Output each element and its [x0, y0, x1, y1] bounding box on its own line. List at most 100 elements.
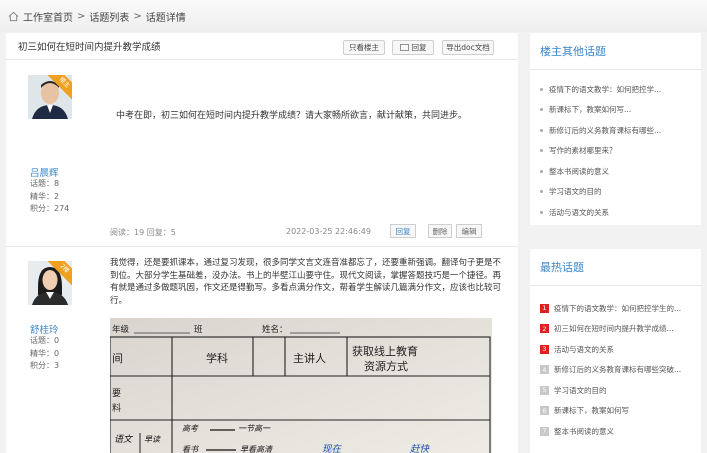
- bullet-icon: [540, 190, 543, 194]
- read-reply-count: 阅读：19 回复：5: [110, 228, 176, 237]
- author-essence-count: 精华：0: [30, 348, 60, 358]
- reply-button-label: 回复: [411, 43, 427, 52]
- other-topic-label: 疫情下的语文教学：如何把控学...: [549, 84, 662, 94]
- other-topic-item[interactable]: 新课标下，教案如何写...: [540, 100, 701, 121]
- post-edit-button[interactable]: 编辑: [456, 224, 482, 238]
- other-topic-item[interactable]: 活动与语文的关系: [540, 202, 701, 223]
- breadcrumb-separator: >: [77, 10, 86, 22]
- bullet-icon: [540, 108, 543, 112]
- breadcrumb-home-link[interactable]: 工作室首页: [23, 9, 73, 24]
- author-name-link[interactable]: 舒桂玲: [30, 322, 59, 336]
- post-item: 2楼 舒桂玲 话题：0 精华：0 积分：3 我觉得，还是要抓课本，通过复习发现，…: [6, 248, 518, 453]
- breadcrumb-current: 话题详情: [145, 12, 186, 24]
- form-handwriting: 现在: [322, 444, 343, 453]
- other-topic-label: 新修订后的义务教育课标有哪些...: [549, 125, 662, 135]
- author-topics-count: 话题：0: [30, 336, 60, 345]
- form-handwriting: 语文: [114, 434, 134, 445]
- breadcrumb-list-link[interactable]: 话题列表: [89, 9, 129, 24]
- form-photo-image: 年级 班 姓名： 间 学科 主讲人 获取线上教育 资源方式 要 料 语文 早读 …: [110, 318, 492, 453]
- rank-badge: 3: [540, 344, 549, 354]
- hot-topic-label: 活动与语文的关系: [554, 344, 614, 354]
- post-delete-button[interactable]: 删除: [428, 224, 452, 238]
- bullet-icon: [540, 210, 543, 214]
- post-item: 楼主 吕晨辉 话题：8 精华：2 积分：274 中考在即，初三如何在短时间内提升…: [6, 61, 518, 247]
- home-icon[interactable]: [8, 11, 19, 22]
- author-stats: 话题：8 精华：2 积分：274: [30, 178, 69, 216]
- hot-topic-item[interactable]: 7 整本书阅读的意义: [540, 421, 701, 442]
- form-cell-text: 资源方式: [364, 359, 408, 373]
- author-points: 积分：3: [30, 361, 60, 370]
- bullet-icon: [540, 149, 543, 153]
- form-cell-text: 姓名：: [262, 324, 288, 335]
- other-topic-item[interactable]: 学习语文的目的: [540, 182, 701, 203]
- rank-badge: 4: [540, 365, 549, 375]
- other-topic-label: 新课标下，教案如何写...: [549, 105, 632, 115]
- form-cell-text: 班: [194, 324, 203, 335]
- form-handwriting: 一节高一: [238, 424, 271, 433]
- hot-topic-item[interactable]: 5 学习语文的目的: [540, 380, 701, 401]
- hot-topics-list: 1 疫情下的语文教学：如何把控学生的... 2 初三如何在短时间内提升教学成绩...…: [530, 286, 701, 442]
- breadcrumb-separator: >: [133, 10, 142, 22]
- hot-topic-item[interactable]: 4 新修订后的义务教育课标有哪些突破...: [540, 360, 701, 381]
- author-essence-count: 精华：2: [30, 191, 60, 201]
- other-topic-item[interactable]: 新修订后的义务教育课标有哪些...: [540, 120, 701, 141]
- author-name-link[interactable]: 吕晨辉: [30, 165, 59, 179]
- author-points: 积分：274: [30, 204, 70, 213]
- form-cell-text: 获取线上教育: [352, 344, 418, 358]
- hot-topics-panel: 最热话题 1 疫情下的语文教学：如何把控学生的... 2 初三如何在短时间内提升教学…: [530, 249, 701, 453]
- rank-badge: 2: [540, 324, 549, 334]
- bullet-icon: [540, 169, 543, 173]
- hot-topic-item[interactable]: 3 活动与语文的关系: [540, 339, 701, 360]
- post-reply-button[interactable]: 回复: [390, 224, 416, 238]
- attached-form-photo[interactable]: 年级 班 姓名： 间 学科 主讲人 获取线上教育 资源方式 要 料 语文 早读 …: [110, 318, 492, 453]
- form-handwriting: 看书: [182, 445, 199, 453]
- hot-topic-item[interactable]: 2 初三如何在短时间内提升教学成绩...: [540, 319, 701, 340]
- hot-topic-label: 新课标下，教案如何写: [554, 406, 629, 416]
- bullet-icon: [540, 87, 543, 91]
- topic-title: 初三如何在短时间内提升教学成绩: [18, 42, 161, 53]
- reply-icon: [399, 43, 409, 51]
- other-topic-item[interactable]: 疫情下的语文教学：如何把控学...: [540, 79, 701, 100]
- post-content: 我觉得，还是要抓课本，通过复习发现，很多同学文言文连音准都忘了，还要重新强调。翻…: [110, 258, 502, 306]
- other-topic-item[interactable]: 整本书阅读的意义: [540, 161, 701, 182]
- other-topic-item[interactable]: 写作的素材哪里来？: [540, 141, 701, 162]
- breadcrumb: 工作室首页 > 话题列表 > 话题详情: [0, 0, 707, 32]
- hot-topic-item[interactable]: 1 疫情下的语文教学：如何把控学生的...: [540, 298, 701, 319]
- author-other-topics-list: 疫情下的语文教学：如何把控学... 新课标下，教案如何写... 新修订后的义务教…: [530, 70, 701, 223]
- other-topic-label: 活动与语文的关系: [549, 207, 609, 217]
- form-handwriting: 早看高清: [240, 445, 273, 453]
- other-topic-label: 学习语文的目的: [549, 187, 602, 197]
- form-cell-text: 要: [112, 388, 121, 399]
- rank-badge: 7: [540, 426, 549, 436]
- form-handwriting: 早读: [144, 435, 161, 444]
- bullet-icon: [540, 128, 543, 132]
- topic-header: 初三如何在短时间内提升教学成绩 只看楼主 回复 导出doc文档: [6, 33, 518, 60]
- form-cell-text: 间: [112, 352, 123, 365]
- export-doc-button[interactable]: 导出doc文档: [442, 40, 494, 55]
- other-topic-label: 写作的素材哪里来？: [549, 146, 617, 156]
- reply-button[interactable]: 回复: [392, 40, 434, 55]
- hot-topic-item[interactable]: 6 新课标下，教案如何写: [540, 401, 701, 422]
- form-handwriting: 赶快: [410, 444, 431, 453]
- hot-topic-label: 整本书阅读的意义: [554, 426, 614, 436]
- hot-topic-label: 学习语文的目的: [554, 385, 607, 395]
- rank-badge: 6: [540, 406, 549, 416]
- form-cell-text: 学科: [206, 351, 228, 365]
- hot-topics-title: 最热话题: [530, 249, 701, 286]
- author-other-topics-panel: 楼主其他话题 疫情下的语文教学：如何把控学... 新课标下，教案如何写... 新…: [530, 33, 701, 225]
- hot-topic-label: 新修订后的义务教育课标有哪些突破...: [554, 365, 682, 375]
- avatar[interactable]: 楼主: [28, 75, 72, 119]
- form-cell-text: 料: [112, 402, 121, 414]
- post-timestamp: 2022-03-25 22:46:49: [286, 227, 371, 236]
- rank-badge: 1: [540, 303, 549, 313]
- author-other-topics-title: 楼主其他话题: [530, 33, 701, 70]
- hot-topic-label: 初三如何在短时间内提升教学成绩...: [554, 324, 674, 334]
- author-topics-count: 话题：8: [30, 179, 60, 188]
- form-cell-text: 主讲人: [293, 351, 326, 365]
- only-author-button[interactable]: 只看楼主: [343, 40, 385, 55]
- topic-detail-panel: 初三如何在短时间内提升教学成绩 只看楼主 回复 导出doc文档 楼主 吕晨辉 话…: [6, 33, 518, 453]
- post-meta: 阅读：19 回复：5 2022-03-25 22:46:49 回复 删除 编辑: [110, 224, 506, 240]
- form-cell-text: 年级: [112, 324, 130, 335]
- post-content: 中考在即，初三如何在短时间内提升教学成绩？请大家畅所欲言，献计献策，共同进步。: [116, 111, 468, 121]
- avatar[interactable]: 2楼: [28, 261, 72, 305]
